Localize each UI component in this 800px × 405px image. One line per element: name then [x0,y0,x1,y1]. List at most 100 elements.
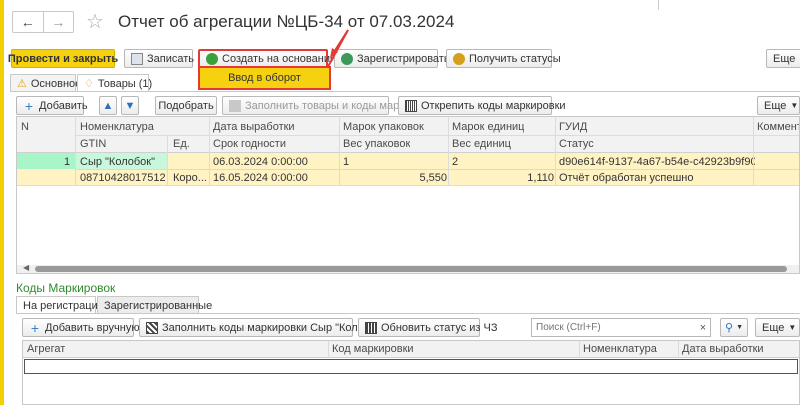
update-status-button[interactable]: Обновить статус из ЧЗ [358,318,497,337]
register-label: Зарегистрировать [357,52,450,65]
add-manual-label: Добавить вручную [45,321,140,334]
arrow-right-icon: → [51,14,66,30]
scrollbar-thumb[interactable] [35,266,787,272]
col-n[interactable]: N [21,121,29,133]
grid-line [75,169,799,170]
col-comment[interactable]: Комментар [757,121,799,133]
tabs-divider [10,91,800,92]
row-shelf-life: 16.05.2024 0:00:00 [213,172,308,184]
grid-line [448,117,449,185]
arrow-left-icon: ← [20,14,35,30]
barcode-icon [405,99,417,112]
cart-icon: ♢ [84,78,94,90]
dropdown-item-vvod[interactable]: Ввод в оборот [200,68,329,88]
col-guid[interactable]: ГУИД [559,121,587,133]
row-unit-marks: 2 [452,156,459,168]
get-statuses-label: Получить статусы [469,52,561,65]
goods-more-button[interactable]: Еще ▼ [757,96,800,115]
col-status[interactable]: Статус [559,138,594,150]
detach-codes-button[interactable]: Открепить коды маркировки [398,96,566,115]
tab-goods[interactable]: ♢ Товары (1) [77,74,153,92]
row-package-marks: 1 [343,156,350,168]
col-gtin[interactable]: GTIN [80,138,106,150]
star-icon[interactable]: ☆ [86,9,104,34]
add-label: Добавить [39,99,88,112]
fill-goods-button[interactable]: Заполнить товары и коды марок [222,96,410,115]
goods-more-label: Еще [764,99,787,112]
post-close-button[interactable]: Провести и закрыть [8,49,118,68]
chevron-down-icon: ▼ [790,101,799,110]
col-nomenclature[interactable]: Номенклатура [80,121,154,133]
forward-button[interactable]: → [44,12,74,32]
detach-codes-label: Открепить коды маркировки [421,99,566,112]
grid-line [555,117,556,185]
col-unit[interactable]: Ед. [173,138,190,150]
fill-codes-label: Заполнить коды маркировки Сыр "Колобок" [162,321,386,334]
search-icon: ⚲ [725,322,734,334]
row-nomenclature: Сыр "Колобок" [80,156,156,168]
grid-line [75,117,76,185]
search-input[interactable] [531,318,711,337]
window-top-divider [658,0,659,10]
row-unit: Коро... [173,172,207,184]
row-production-date: 06.03.2024 0:00:00 [213,156,308,168]
grid-line [209,117,210,185]
plus-circle-icon [206,52,218,65]
select-button[interactable]: Подобрать [155,96,217,115]
scroll-left-icon[interactable]: ◀ [23,263,29,272]
save-label: Записать [147,52,195,65]
grid-line [17,185,799,186]
col-codes-nomenclature[interactable]: Номенклатура [583,343,657,355]
plus-icon: + [24,97,34,114]
tab-registered[interactable]: Зарегистрированные [97,296,212,314]
move-down-button[interactable]: ▼ [121,96,139,115]
tab-goods-label: Товары (1) [97,77,153,90]
col-package-marks[interactable]: Марок упаковок [343,121,424,133]
horizontal-scrollbar[interactable]: ◀ [17,263,799,273]
save-icon [131,52,143,65]
col-shelf-life[interactable]: Срок годности [213,138,286,150]
empty-row[interactable] [24,359,798,374]
arrow-up-icon: ▲ [102,99,114,112]
col-production-date[interactable]: Дата выработки [213,121,295,133]
row-package-weight: 5,550 [419,172,447,184]
col-package-weight[interactable]: Вес упаковок [343,138,410,150]
save-button[interactable]: Записать [124,49,195,68]
tab-registration[interactable]: На регистрацию [16,296,106,314]
add-button[interactable]: + Добавить [16,96,88,115]
main-more-button[interactable]: Еще [766,49,800,68]
codes-more-button[interactable]: Еще ▼ [755,318,800,337]
row-guid: d90e614f-9137-4a67-b54e-c42923b9f90 [559,156,755,168]
row-n: 1 [64,156,71,168]
col-code[interactable]: Код маркировки [332,343,414,355]
search-button[interactable]: ⚲ ▼ [720,318,748,337]
col-aggregate[interactable]: Агрегат [27,343,65,355]
col-codes-production-date[interactable]: Дата выработки [682,343,764,355]
chevron-down-icon: ▼ [788,323,797,332]
fill-codes-button[interactable]: Заполнить коды маркировки Сыр "Колобок" [139,318,385,337]
update-status-label: Обновить статус из ЧЗ [381,321,498,334]
page-title: Отчет об агрегации №ЦБ-34 от 07.03.2024 [118,12,455,31]
col-unit-weight[interactable]: Вес единиц [452,138,511,150]
fill-icon [229,99,241,112]
tab-main-label: Основное [30,77,82,90]
add-manual-button[interactable]: + Добавить вручную [22,318,140,337]
chevron-down-icon: ▼ [736,324,743,331]
back-button[interactable]: ← [13,12,44,32]
plus-icon: + [30,319,40,336]
tab-main[interactable]: ⚠ Основное [10,74,81,92]
codes-more-label: Еще [762,321,785,334]
grid-line [328,341,329,358]
clear-search-button[interactable]: × [696,319,710,336]
grid-line [753,117,754,185]
row-status: Отчёт обработан успешно [559,172,694,184]
grid-line [167,135,168,185]
dropdown-menu: Ввод в оборот [198,66,331,90]
codes-table: Агрегат Код маркировки Номенклатура Дата… [22,340,800,405]
fill-goods-label: Заполнить товары и коды марок [245,99,411,112]
codes-title: Коды Маркировок [16,281,116,295]
grid-line [678,341,679,358]
col-unit-marks[interactable]: Марок единиц [452,121,524,133]
get-statuses-button[interactable]: Получить статусы [446,49,561,68]
move-up-button[interactable]: ▲ [99,96,117,115]
